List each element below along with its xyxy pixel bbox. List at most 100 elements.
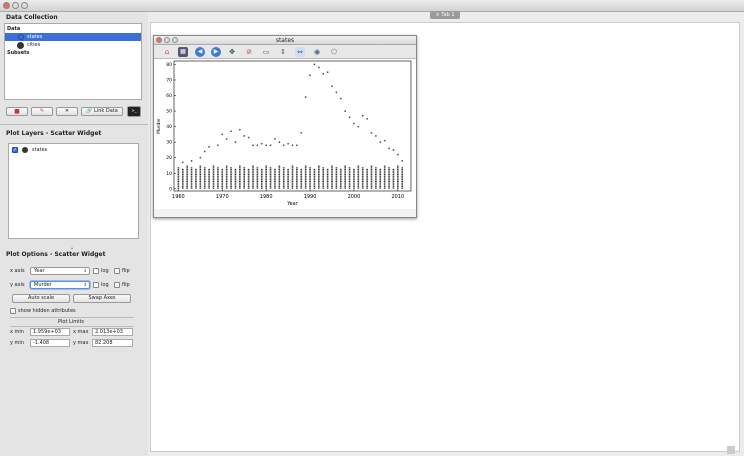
data-point [278,141,281,144]
x-min-field[interactable]: 1.959e+03 [30,328,70,336]
data-point [348,116,351,119]
subset-icon: ✎ [39,108,45,114]
data-point [370,131,373,134]
data-point [392,149,395,151]
data-point [221,133,224,136]
load-data-button[interactable]: ■ [6,107,28,116]
y-axis-label: y axis [10,282,25,288]
data-point [326,71,329,74]
splitter-handle[interactable]: ▴ [71,245,73,250]
minimize-window-icon[interactable] [164,37,170,43]
data-point [339,97,342,100]
scatter-window[interactable]: states ⌂ ▦ ◀ ▶ ✥ ⊘ ▭ ⇕ ⇔ ◉ ⬠ 1960 1970 198… [153,35,417,218]
select-arrows-icon: ⇕ [83,282,87,287]
minimize-window-icon[interactable] [12,2,19,9]
rectangle-select-icon[interactable]: ▭ [261,47,271,57]
x-range-select-icon[interactable]: ⇕ [278,47,288,57]
zoom-window-icon[interactable] [21,2,28,9]
zoom-icon[interactable]: ⊘ [244,47,254,57]
y-max-field[interactable]: 82.208 [92,339,133,347]
polygon-select-icon[interactable]: ⬠ [329,47,339,57]
data-point [291,144,294,147]
link-icon: 🔗 [86,108,93,114]
plot-layers-title: Plot Layers - Scatter Widget [6,130,102,137]
forward-icon[interactable]: ▶ [211,47,221,57]
terminal-button[interactable]: >_ [127,106,141,117]
pan-icon[interactable]: ✥ [227,47,237,57]
delete-button[interactable]: ✕ [56,107,78,116]
y-log-label: log [101,282,109,288]
tree-item-states[interactable]: states [5,33,141,41]
circle-select-icon[interactable]: ◉ [312,47,322,57]
y-tick-label: 20 [166,155,172,161]
y-log-checkbox[interactable] [93,282,99,288]
x-max-label: x max [73,329,89,335]
link-data-button[interactable]: 🔗 Link Data [81,107,123,116]
x-flip-checkbox[interactable] [114,268,120,274]
y-tick-label: 50 [166,109,172,115]
delete-icon: ✕ [64,108,70,114]
x-flip-label: flip [122,268,130,274]
x-tick-label: 1990 [304,194,317,200]
data-point [225,138,228,140]
data-collection-title: Data Collection [6,14,58,21]
data-group-label: Data [7,26,21,32]
zoom-window-icon[interactable] [172,37,178,43]
data-point [287,142,290,145]
layer-visible-checkbox[interactable]: ✓ [12,147,18,153]
x-tick-label: 2000 [348,194,361,200]
x-log-label: log [101,268,109,274]
scatter-window-titlebar[interactable]: states [154,36,416,45]
open-file-icon: ■ [14,108,20,115]
y-tick-label: 30 [166,140,172,146]
data-point [335,91,338,94]
close-window-icon[interactable] [156,37,162,43]
mdi-canvas: states ⌂ ▦ ◀ ▶ ✥ ⊘ ▭ ⇕ ⇔ ◉ ⬠ 1960 1970 198… [150,22,740,452]
data-point [208,145,211,148]
y-tick-label: 70 [166,77,172,83]
y-flip-checkbox[interactable] [114,282,120,288]
link-data-label: Link Data [94,108,118,114]
x-max-field[interactable]: 2.013e+03 [92,328,133,336]
app-titlebar [0,0,744,12]
y-max-label: y max [73,340,89,346]
y-axis-select[interactable]: Murder ⇕ [30,281,90,289]
tab-close-icon[interactable]: × [435,12,439,18]
scatter-chart-svg[interactable]: 1960 1970 1980 1990 2000 2010 0 10 20 30 40 50 60 70 8… [154,59,416,209]
data-point [344,110,347,112]
divider [0,124,148,125]
tab-1[interactable]: × Tab 1 [430,11,460,19]
save-icon[interactable]: ▦ [178,47,188,57]
data-tree[interactable]: Data states cities Subsets [4,23,142,100]
y-min-field[interactable]: -1.408 [30,339,70,347]
data-point [181,161,184,164]
x-tick-label: 1970 [216,194,229,200]
auto-scale-button[interactable]: Auto scale [12,294,70,303]
back-icon[interactable]: ◀ [195,47,205,57]
y-tick-label: 60 [166,93,172,99]
x-axis-select[interactable]: Year ⇕ [30,267,90,275]
states-color-icon [18,34,24,40]
tree-item-cities[interactable]: cities [5,41,141,49]
data-point [366,117,369,120]
close-window-icon[interactable] [3,2,10,9]
show-hidden-checkbox[interactable] [10,308,16,314]
layer-list[interactable]: ✓ states [8,143,139,239]
new-subset-button[interactable]: ✎ [31,107,53,116]
x-axis-title: Year [286,201,299,207]
data-point [199,156,202,159]
y-range-select-icon[interactable]: ⇔ [295,47,305,57]
resize-grip-icon[interactable] [727,446,735,454]
x-log-checkbox[interactable] [93,268,99,274]
left-panel: Data Collection Data states cities Subse… [0,12,148,456]
tree-item-label: states [27,34,43,40]
subsets-label: Subsets [7,50,30,56]
terminal-icon: >_ [131,108,137,113]
swap-axes-button[interactable]: Swap Axes [73,294,131,303]
home-icon[interactable]: ⌂ [162,47,172,57]
y-min-label: y min [10,340,24,346]
scatter-plot[interactable]: 1960 1970 1980 1990 2000 2010 0 10 20 30 40 50 60 70 8… [154,59,416,209]
y-axis-value: Murder [34,282,52,288]
data-point [234,141,237,144]
plot-options-title: Plot Options - Scatter Widget [6,251,106,258]
